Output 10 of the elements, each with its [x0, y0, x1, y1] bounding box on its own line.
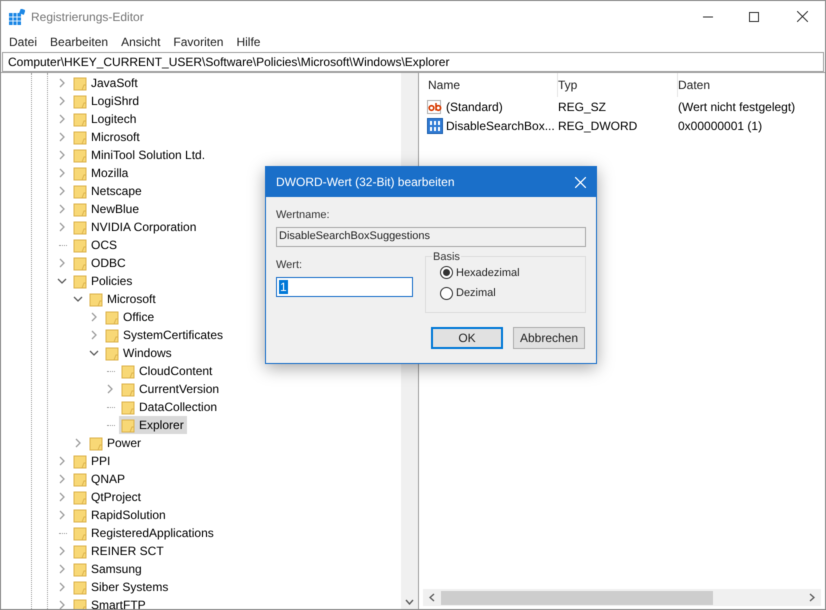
table-cell: REG_DWORD: [558, 118, 638, 132]
table-cell: 0x00000001 (1): [678, 118, 762, 132]
dialog-title: DWORD-Wert (32-Bit) bearbeiten: [276, 174, 454, 191]
table-cell-text: DisableSearchBox...: [446, 118, 555, 134]
field-label: Wert:: [276, 258, 304, 272]
table-cell-text: (Standard): [446, 98, 503, 116]
table-cell: REG_SZ: [558, 100, 606, 114]
field-label: Wertname:: [276, 208, 331, 223]
table-cell: (Wert nicht festgelegt): [678, 100, 796, 114]
window-title: Registrierungs-Editor: [31, 8, 144, 26]
